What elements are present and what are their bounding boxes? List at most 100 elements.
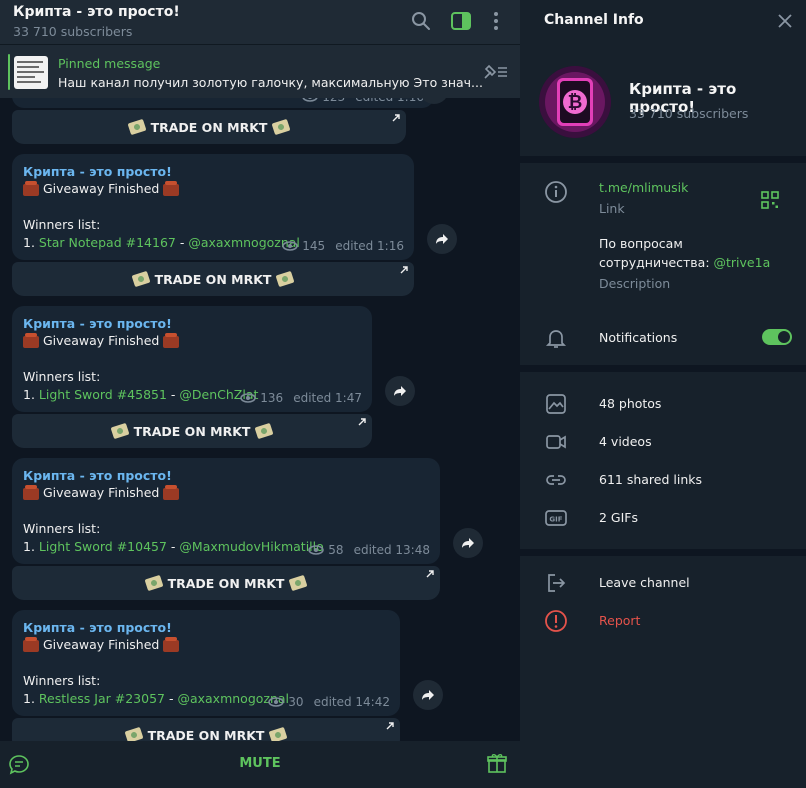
gif-icon: GIF xyxy=(545,510,567,526)
panel-title: Channel Info xyxy=(544,12,644,28)
message-title-line: Giveaway Finished xyxy=(23,484,180,500)
forward-icon xyxy=(462,538,474,548)
money-emoji xyxy=(275,270,295,288)
pinned-message-bar[interactable]: Pinned message Наш канал получил золотую… xyxy=(0,44,520,98)
message-author[interactable]: Крипта - это просто! xyxy=(23,164,172,179)
description-text: сотрудничества: xyxy=(599,255,714,270)
forward-button[interactable] xyxy=(413,680,443,710)
sidebar-toggle-icon[interactable] xyxy=(450,10,472,32)
forward-button[interactable] xyxy=(453,528,483,558)
gift-emoji xyxy=(23,484,39,500)
winners-label: Winners list: xyxy=(23,521,101,536)
leave-channel-button[interactable]: Leave channel xyxy=(599,575,690,590)
winner-index: 1. xyxy=(23,387,39,402)
dash: - xyxy=(165,691,178,706)
trade-button[interactable]: TRADE ON MRKT xyxy=(12,566,440,600)
gift-emoji xyxy=(163,332,180,348)
message-title-line: Giveaway Finished xyxy=(23,636,180,652)
bell-icon xyxy=(545,330,567,348)
message-title-line: Giveaway Finished xyxy=(23,332,180,348)
views-icon xyxy=(268,697,285,707)
prize-link[interactable]: Light Sword #10457 xyxy=(39,539,167,554)
winners-label: Winners list: xyxy=(23,369,101,384)
winner-line: 1. Star Notepad #14167 - @axaxmnogoznal xyxy=(23,235,300,250)
message-bubble[interactable]: Крипта - это просто! Giveaway Finished W… xyxy=(12,306,372,412)
mute-button[interactable]: MUTE xyxy=(0,756,520,771)
prize-link[interactable]: Star Notepad #14167 xyxy=(39,235,176,250)
forward-button[interactable] xyxy=(427,224,457,254)
money-emoji xyxy=(110,422,130,440)
winner-username[interactable]: @MaxmudovHikmatillo xyxy=(179,539,323,554)
views-count: 145 xyxy=(302,239,326,253)
report-button[interactable]: Report xyxy=(599,613,640,628)
close-icon[interactable] xyxy=(777,13,793,29)
dash: - xyxy=(166,539,180,554)
winner-index: 1. xyxy=(23,235,39,250)
channel-avatar[interactable]: ₿ xyxy=(539,66,611,138)
external-arrow-icon xyxy=(358,418,366,426)
report-icon xyxy=(545,610,567,632)
external-arrow-icon xyxy=(392,114,400,122)
message-title: Giveaway Finished xyxy=(42,637,160,652)
forward-button[interactable] xyxy=(385,376,415,406)
chat-subscribers: 33 710 subscribers xyxy=(13,24,133,39)
link-label: Link xyxy=(599,201,625,216)
media-videos[interactable]: 4 videos xyxy=(599,434,652,449)
pinned-title: Pinned message xyxy=(58,56,161,71)
forward-icon xyxy=(436,234,448,244)
chat-title[interactable]: Крипта - это просто! xyxy=(13,4,180,20)
trade-button[interactable]: TRADE ON MRKT xyxy=(12,262,414,296)
pinned-indicator xyxy=(8,54,10,90)
chat-panel: 123 edited 1:16 TRADE ON MRKT Крипта - э… xyxy=(0,0,520,788)
trade-button[interactable]: TRADE ON MRKT xyxy=(12,414,372,448)
unpin-icon[interactable] xyxy=(482,63,510,81)
edited-time: edited 14:42 xyxy=(313,695,390,709)
message-meta: 58 edited 13:48 xyxy=(308,543,430,557)
description-handle[interactable]: @trive1a xyxy=(714,255,771,270)
winner-index: 1. xyxy=(23,691,39,706)
media-photos[interactable]: 48 photos xyxy=(599,396,661,411)
views-count: 136 xyxy=(260,391,284,405)
gift-emoji xyxy=(23,332,39,348)
forward-icon xyxy=(394,386,406,396)
more-options-icon[interactable] xyxy=(485,10,507,32)
section-divider xyxy=(520,549,806,556)
section-divider xyxy=(520,156,806,163)
message-bubble[interactable]: Крипта - это просто! Giveaway Finished W… xyxy=(12,154,414,260)
message-bubble[interactable]: Крипта - это просто! Giveaway Finished W… xyxy=(12,610,400,716)
message-author[interactable]: Крипта - это просто! xyxy=(23,316,172,331)
message-meta: 30 edited 14:42 xyxy=(268,695,390,709)
winners-label: Winners list: xyxy=(23,673,101,688)
section-divider xyxy=(520,365,806,372)
gift-icon[interactable] xyxy=(486,752,508,774)
chat-bottom-bar: MUTE xyxy=(0,741,520,788)
notifications-toggle[interactable] xyxy=(762,329,792,345)
trade-button-label: TRADE ON MRKT xyxy=(150,119,268,135)
leave-icon xyxy=(548,574,566,592)
winner-index: 1. xyxy=(23,539,39,554)
message-author[interactable]: Крипта - это просто! xyxy=(23,620,172,635)
dash: - xyxy=(175,235,189,250)
channel-link[interactable]: t.me/mlimusik xyxy=(599,180,688,195)
media-links[interactable]: 611 shared links xyxy=(599,472,702,487)
prize-link[interactable]: Restless Jar #23057 xyxy=(39,691,165,706)
photo-icon xyxy=(546,394,566,414)
message-bubble[interactable]: Крипта - это просто! Giveaway Finished W… xyxy=(12,458,440,564)
trade-button[interactable]: TRADE ON MRKT xyxy=(12,110,406,144)
dash: - xyxy=(166,387,180,402)
trade-button-label: TRADE ON MRKT xyxy=(167,575,285,591)
message-author[interactable]: Крипта - это просто! xyxy=(23,468,172,483)
gift-emoji xyxy=(23,180,39,196)
money-emoji xyxy=(271,118,291,136)
media-gifs[interactable]: 2 GIFs xyxy=(599,510,638,525)
chat-header[interactable]: Крипта - это просто! 33 710 subscribers xyxy=(0,0,520,44)
trade-button-label: TRADE ON MRKT xyxy=(133,423,251,439)
svg-text:₿: ₿ xyxy=(568,92,583,113)
views-icon xyxy=(308,545,325,555)
external-arrow-icon xyxy=(386,722,394,730)
qr-code-icon[interactable] xyxy=(761,191,779,209)
search-icon[interactable] xyxy=(410,10,432,32)
prize-link[interactable]: Light Sword #45851 xyxy=(39,387,167,402)
message-title: Giveaway Finished xyxy=(42,333,160,348)
winner-line: 1. Light Sword #10457 - @MaxmudovHikmati… xyxy=(23,539,324,554)
